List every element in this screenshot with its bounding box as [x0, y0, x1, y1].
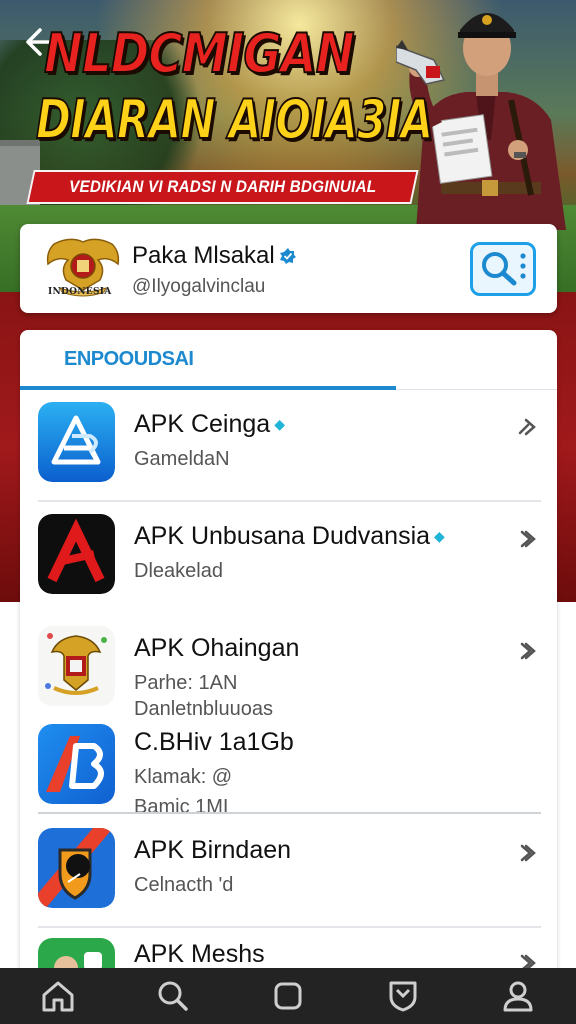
chevron-right-icon[interactable] — [514, 526, 540, 552]
tab-section[interactable]: ENPOOUDSAI — [20, 330, 557, 390]
app-subtitle: Dleakelad — [134, 560, 223, 582]
app-title-text: APK Unbusana Dudvansia — [134, 522, 431, 550]
row-divider — [38, 812, 541, 814]
app-subtitle: Parhe: 1AN — [134, 672, 238, 694]
profile-name: Paka Mlsakal — [132, 242, 297, 270]
app-row[interactable]: APK Ceinga ◆ GameldaN — [20, 390, 557, 502]
banner-headline-line1: NLDCMIGAN — [43, 21, 355, 86]
nav-search[interactable] — [143, 968, 203, 1024]
profile-handle: @Ilyogalvinclau — [132, 276, 266, 297]
app-title-text: C.BHiv 1a1Gb — [134, 728, 294, 756]
chevron-right-icon[interactable] — [514, 840, 540, 866]
app-title-text: APK Birndaen — [134, 836, 292, 864]
profile-card[interactable]: INDONESIA Paka Mlsakal @Ilyogalvinclau — [20, 224, 557, 313]
section-tab-label: ENPOOUDSAI — [64, 348, 194, 370]
app-title: APK Unbusana Dudvansia ◆ — [134, 522, 445, 551]
shield-badge-icon — [38, 828, 115, 908]
home-icon — [42, 981, 74, 1012]
chevron-right-icon[interactable] — [514, 638, 540, 664]
stylized-a-blue-icon — [38, 402, 115, 482]
square-icon — [274, 982, 302, 1010]
app-title: APK Birndaen — [134, 836, 291, 865]
nav-profile[interactable] — [488, 968, 548, 1024]
red-a-logo-icon — [38, 514, 115, 594]
app-row[interactable]: APK Unbusana Dudvansia ◆ Dleakelad — [20, 502, 557, 614]
app-title-text: APK Meshs — [134, 940, 265, 968]
search-icon — [158, 981, 188, 1011]
verified-diamond-icon: ◆ — [434, 528, 445, 544]
app-title: C.BHiv 1a1Gb — [134, 728, 294, 757]
nav-home[interactable] — [28, 968, 88, 1024]
app-title: APK Ceinga ◆ — [134, 410, 285, 439]
search-magnifier-icon — [482, 252, 526, 286]
app-row[interactable]: APK Birndaen Celnacth 'd — [20, 816, 557, 928]
search-app-button[interactable] — [470, 242, 536, 296]
app-subtitle: Klamak: @ — [134, 766, 233, 788]
app-subtitle: Celnacth 'd — [134, 874, 234, 896]
profile-name-text: Paka Mlsakal — [132, 242, 275, 269]
chevron-right-icon[interactable] — [514, 414, 540, 440]
emblem-caption: INDONESIA — [48, 287, 112, 297]
app-list-panel: ENPOOUDSAI APK Ceinga ◆ GameldaN APK Unb — [20, 330, 557, 1020]
garuda-crest-icon — [38, 626, 115, 706]
app-row[interactable]: C.BHiv 1a1Gb Klamak: @ Bamic 1MI — [20, 716, 557, 814]
banner-subheadline-text: VEDIKIAN VI RADSI N DARIH BDGINUIAL — [68, 177, 377, 196]
verified-badge-icon — [279, 248, 296, 264]
app-title-text: APK Ceinga — [134, 410, 271, 438]
bottom-navigation — [0, 968, 576, 1024]
banner-subheadline: VEDIKIAN VI RADSI N DARIH BDGINUIAL — [26, 170, 419, 204]
nav-shield[interactable] — [373, 968, 433, 1024]
shield-icon — [389, 981, 417, 1012]
red-blue-b-logo-icon — [38, 724, 115, 804]
verified-diamond-icon: ◆ — [274, 416, 285, 432]
profile-icon — [503, 981, 533, 1012]
nav-square[interactable] — [258, 968, 318, 1024]
app-title: APK Ohaingan — [134, 634, 299, 663]
app-subtitle: GameldaN — [134, 448, 230, 470]
banner-headline-line2: DIARAN AIOIA3IA — [35, 87, 434, 152]
app-title-text: APK Ohaingan — [134, 634, 300, 662]
app-title: APK Meshs — [134, 940, 265, 969]
app-row[interactable]: APK Ohaingan Parhe: 1AN Danletnbluuoas — [20, 614, 557, 726]
